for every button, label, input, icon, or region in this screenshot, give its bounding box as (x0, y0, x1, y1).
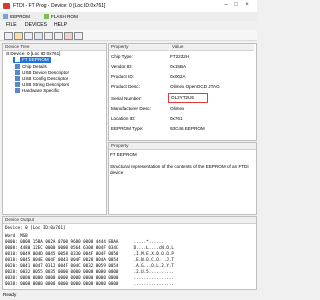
prop-name: Product ID: (111, 74, 134, 79)
property-column-header: Property (109, 44, 169, 51)
maximize-icon[interactable]: □ (232, 2, 240, 9)
prop-name: Location ID: (111, 116, 136, 121)
tab-eeprom[interactable]: EEPROM (3, 13, 30, 20)
menu-devices[interactable]: DEVICES (25, 22, 47, 29)
hex-line: 0038: 0000 0000 0000 0000 0000 0000 0000… (5, 281, 174, 286)
prop-name: Product Desc: (111, 84, 140, 89)
device-output-device: Device: 0 [Loc ID:0x761] (5, 225, 66, 230)
hardware-icon (15, 88, 20, 94)
prop-value-chip-type[interactable]: FT2232H (170, 54, 189, 60)
description-header: Property (109, 143, 256, 150)
save-icon[interactable] (24, 32, 33, 40)
collapse-icon[interactable]: ⊟ (6, 51, 9, 56)
help-icon[interactable] (74, 32, 83, 40)
usb-icon (15, 70, 20, 76)
prop-value-location-id[interactable]: 0x761 (170, 116, 183, 122)
prop-value-product-id[interactable]: 0x002A (170, 74, 186, 80)
usb-icon (15, 82, 20, 88)
description-text: Structural representation of the content… (110, 164, 249, 175)
flash-icon (44, 14, 49, 20)
menu-help[interactable]: HELP (54, 22, 67, 29)
prop-value-product-desc[interactable]: Olimex OpenOCD JTAG (170, 84, 220, 90)
program-icon[interactable] (54, 32, 63, 40)
chip-icon (15, 64, 20, 70)
open-icon[interactable] (14, 32, 23, 40)
tab-flash-rom[interactable]: FLASH ROM (44, 13, 78, 20)
tree-item-hardware-specific[interactable]: Hardware Specific (15, 88, 59, 94)
top-tabs-bar (0, 12, 257, 21)
value-column-header: Value (170, 44, 254, 51)
prop-name: Manufacturer Desc: (111, 106, 152, 111)
prop-name: EEPROM Type: (111, 126, 144, 131)
status-bar: Ready (0, 290, 260, 300)
minimize-icon[interactable]: – (222, 2, 230, 9)
scan-icon[interactable] (44, 32, 53, 40)
prop-value-serial-number[interactable]: OL2YT2U5 (168, 93, 208, 103)
prop-name: Serial Number: (111, 96, 142, 101)
app-icon (3, 3, 10, 9)
prop-value-manufacturer-desc[interactable]: Olimex (170, 106, 184, 112)
close-icon[interactable]: × (243, 2, 251, 9)
erase-icon[interactable] (64, 32, 73, 40)
prop-name: Chip Type: (111, 54, 133, 59)
window-title: FTDI - FT Prog - Device: 0 [Loc ID:0x761… (13, 3, 106, 9)
refresh-icon[interactable] (34, 32, 43, 40)
tree-item-ft-eeprom[interactable]: FT EEPROM (13, 57, 51, 63)
device-output-header: Device Output (3, 217, 256, 224)
device-tree-header: Device Tree (3, 44, 106, 51)
usb-icon (15, 76, 20, 82)
description-title: FT EEPROM (110, 152, 137, 157)
new-icon[interactable] (4, 32, 13, 40)
prop-value-eeprom-type[interactable]: 93C46 EEPROM (170, 126, 205, 132)
prop-value-vendor-id[interactable]: 0x15BA (170, 64, 186, 70)
menu-file[interactable]: FILE (6, 22, 17, 29)
chip-icon (15, 57, 20, 63)
prop-name: Vendor ID: (111, 64, 133, 69)
eeprom-icon (3, 14, 8, 20)
